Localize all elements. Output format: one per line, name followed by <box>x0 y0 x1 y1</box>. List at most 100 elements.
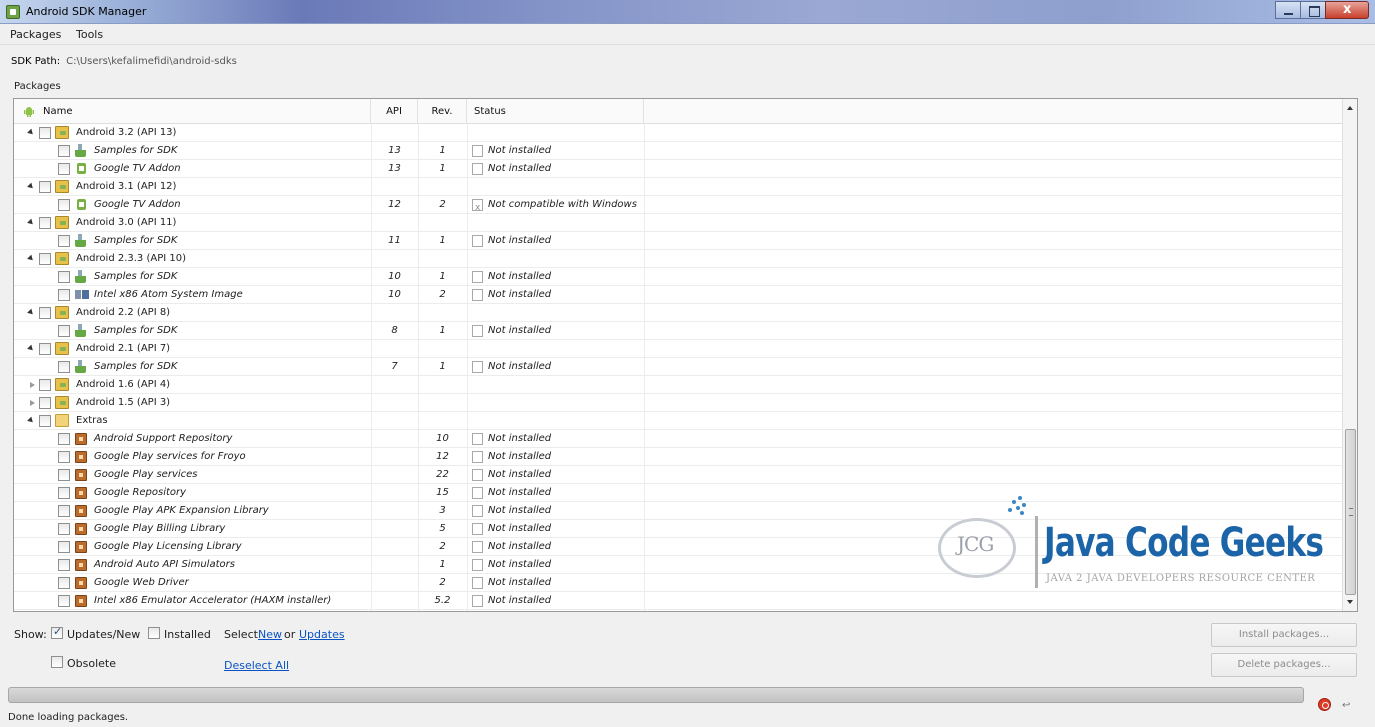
expand-arrow-icon[interactable] <box>30 382 35 388</box>
package-group-row[interactable]: Android 3.2 (API 13) <box>14 124 1343 142</box>
menu-packages[interactable]: Packages <box>10 28 61 41</box>
package-checkbox[interactable] <box>39 217 51 229</box>
installed-checkbox[interactable] <box>148 627 160 639</box>
package-checkbox[interactable] <box>58 199 70 211</box>
package-name: Google Play Licensing Library <box>94 541 242 552</box>
package-group-row[interactable]: Android 3.1 (API 12) <box>14 178 1343 196</box>
api-cell <box>371 520 418 538</box>
package-checkbox[interactable] <box>58 235 70 247</box>
log-icon[interactable]: ↩ <box>1342 700 1350 711</box>
package-group-row[interactable]: Android 3.0 (API 11) <box>14 214 1343 232</box>
package-group-row[interactable]: Android 2.2 (API 8) <box>14 304 1343 322</box>
package-checkbox[interactable] <box>39 343 51 355</box>
package-row[interactable]: Samples for SDK 10 1 Not installed <box>14 268 1343 286</box>
package-icon <box>75 577 87 589</box>
package-checkbox[interactable] <box>58 289 70 301</box>
package-checkbox[interactable] <box>58 595 70 607</box>
package-checkbox[interactable] <box>58 469 70 481</box>
collapse-arrow-icon[interactable] <box>27 128 35 137</box>
package-icon <box>75 469 87 481</box>
package-row[interactable]: Samples for SDK 11 1 Not installed <box>14 232 1343 250</box>
column-header-name[interactable]: Name <box>43 99 371 124</box>
package-checkbox[interactable] <box>58 433 70 445</box>
package-checkbox[interactable] <box>39 397 51 409</box>
rev-cell <box>418 250 467 268</box>
package-checkbox[interactable] <box>58 541 70 553</box>
status-cell: Not installed <box>467 484 667 502</box>
package-checkbox[interactable] <box>58 451 70 463</box>
package-checkbox[interactable] <box>39 181 51 193</box>
not-installed-status-icon <box>472 163 483 175</box>
package-row[interactable]: Intel x86 Emulator Accelerator (HAXM ins… <box>14 592 1343 610</box>
package-checkbox[interactable] <box>58 361 70 373</box>
package-checkbox[interactable] <box>58 487 70 499</box>
deselect-all-link[interactable]: Deselect All <box>224 659 289 672</box>
package-group-row[interactable]: Android 1.5 (API 3) <box>14 394 1343 412</box>
folder-icon <box>55 414 69 427</box>
collapse-arrow-icon[interactable] <box>27 416 35 425</box>
package-checkbox[interactable] <box>58 523 70 535</box>
package-row[interactable]: Intel x86 Atom System Image 10 2 Not instal… <box>14 286 1343 304</box>
package-row[interactable]: Google Play services 22 Not installed <box>14 466 1343 484</box>
package-row[interactable]: Samples for SDK 8 1 Not installed <box>14 322 1343 340</box>
scroll-down-arrow-icon[interactable] <box>1347 600 1353 604</box>
package-checkbox[interactable] <box>39 127 51 139</box>
expand-arrow-icon[interactable] <box>30 400 35 406</box>
collapse-arrow-icon[interactable] <box>27 218 35 227</box>
obsolete-label[interactable]: Obsolete <box>67 657 116 670</box>
name-cell: Samples for SDK <box>14 268 371 286</box>
vertical-scrollbar[interactable] <box>1342 99 1357 611</box>
package-group-row[interactable]: Extras <box>14 412 1343 430</box>
updates-new-checkbox[interactable] <box>51 625 63 639</box>
menu-tools[interactable]: Tools <box>76 28 103 41</box>
package-row[interactable]: Google TV Addon 13 1 Not installed <box>14 160 1343 178</box>
package-checkbox[interactable] <box>39 253 51 265</box>
package-icon <box>75 433 87 445</box>
package-row[interactable]: Samples for SDK 7 1 Not installed <box>14 358 1343 376</box>
package-name: Google Play Billing Library <box>94 523 226 534</box>
collapse-arrow-icon[interactable] <box>27 182 35 191</box>
package-checkbox[interactable] <box>58 145 70 157</box>
scroll-up-arrow-icon[interactable] <box>1347 106 1353 110</box>
maximize-button[interactable] <box>1300 1 1326 19</box>
minimize-button[interactable] <box>1275 1 1301 19</box>
updates-new-label[interactable]: Updates/New <box>67 628 140 641</box>
package-row[interactable]: Google Play services for Froyo 12 Not inst… <box>14 448 1343 466</box>
package-row[interactable]: Android Support Repository 10 Not installe… <box>14 430 1343 448</box>
package-group-row[interactable]: Android 1.6 (API 4) <box>14 376 1343 394</box>
close-button[interactable] <box>1325 1 1369 19</box>
column-header-api[interactable]: API <box>371 99 418 124</box>
package-checkbox[interactable] <box>58 163 70 175</box>
select-updates-link[interactable]: Updates <box>299 628 345 641</box>
package-checkbox[interactable] <box>58 559 70 571</box>
package-checkbox[interactable] <box>58 325 70 337</box>
package-group-row[interactable]: Android 2.3.3 (API 10) <box>14 250 1343 268</box>
package-checkbox[interactable] <box>58 271 70 283</box>
package-checkbox[interactable] <box>58 505 70 517</box>
install-packages-button[interactable]: Install packages... <box>1211 623 1357 647</box>
column-header-rev[interactable]: Rev. <box>418 99 467 124</box>
column-header-status[interactable]: Status <box>467 99 644 124</box>
package-checkbox[interactable] <box>39 379 51 391</box>
installed-label[interactable]: Installed <box>164 628 211 641</box>
rev-cell <box>418 340 467 358</box>
status-text: Not installed <box>488 577 552 588</box>
package-name: Android Auto API Simulators <box>94 559 235 570</box>
watermark-subtitle: JAVA 2 JAVA DEVELOPERS RESOURCE CENTER <box>1046 573 1316 584</box>
stop-icon[interactable] <box>1318 698 1331 711</box>
name-cell: Android 2.2 (API 8) <box>14 304 371 322</box>
scrollbar-thumb[interactable] <box>1345 429 1356 595</box>
package-row[interactable]: Samples for SDK 13 1 Not installed <box>14 142 1343 160</box>
package-row[interactable]: Google TV Addon 12 2 Not compatible with Wi… <box>14 196 1343 217</box>
obsolete-checkbox[interactable] <box>51 656 63 668</box>
package-checkbox[interactable] <box>39 307 51 319</box>
collapse-arrow-icon[interactable] <box>27 308 35 317</box>
package-checkbox[interactable] <box>39 415 51 427</box>
select-new-link[interactable]: New <box>258 628 282 641</box>
package-checkbox[interactable] <box>58 577 70 589</box>
package-group-row[interactable]: Android 2.1 (API 7) <box>14 340 1343 358</box>
collapse-arrow-icon[interactable] <box>27 254 35 263</box>
collapse-arrow-icon[interactable] <box>27 344 35 353</box>
delete-packages-button[interactable]: Delete packages... <box>1211 653 1357 677</box>
rev-cell: 1 <box>439 271 446 282</box>
